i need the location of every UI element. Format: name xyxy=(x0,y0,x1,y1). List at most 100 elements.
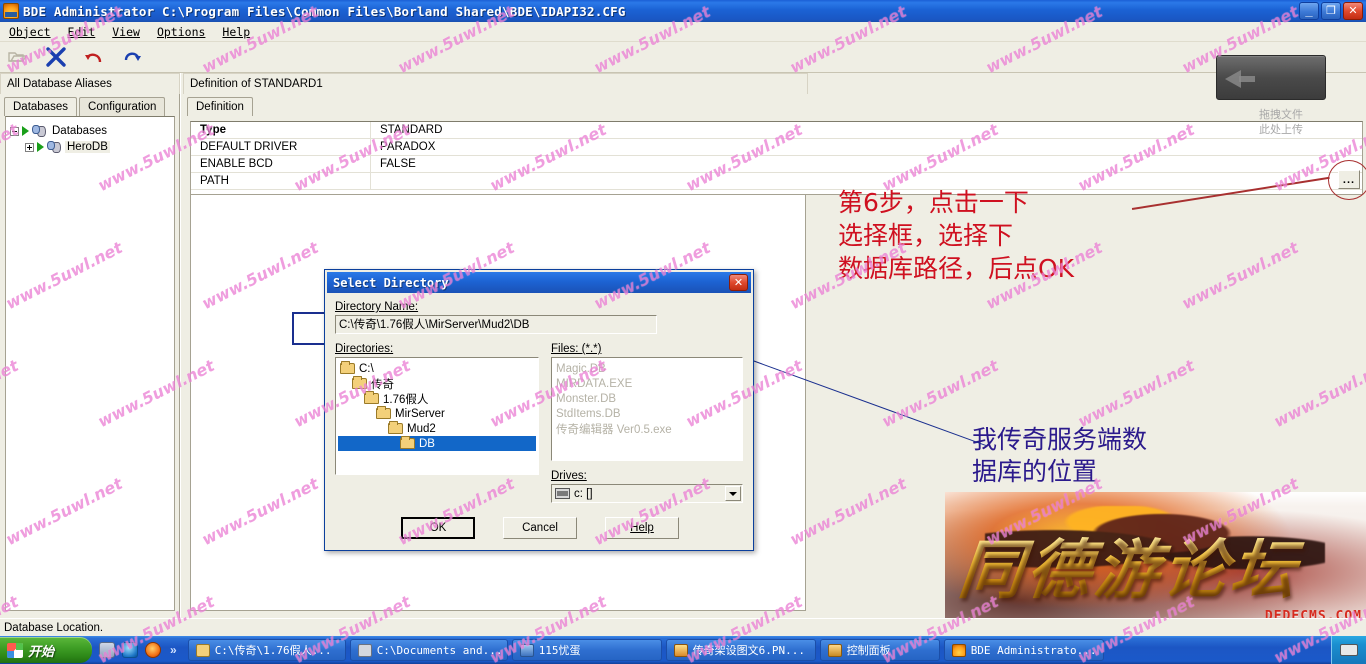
directory-name-label-text: Directory Name: xyxy=(335,301,419,313)
list-item: StdItems.DB xyxy=(556,407,621,420)
list-item[interactable]: Mud2 xyxy=(338,421,536,436)
right-panel-tabstrip: Definition xyxy=(181,97,1366,116)
databases-icon xyxy=(32,124,46,138)
system-tray xyxy=(1331,636,1366,664)
apply-icon[interactable] xyxy=(120,45,144,69)
tab-definition[interactable]: Definition xyxy=(187,97,253,116)
menu-help[interactable]: Help xyxy=(219,24,253,40)
show-desktop-icon[interactable] xyxy=(99,642,115,658)
drives-label-text: Drives: xyxy=(551,470,587,482)
internet-explorer-icon[interactable] xyxy=(122,642,138,658)
tree-label-databases: Databases xyxy=(52,125,107,137)
help-button[interactable]: Help xyxy=(605,517,679,539)
table-row[interactable]: PATH xyxy=(191,173,1362,190)
chevron-down-icon[interactable] xyxy=(725,486,741,501)
task-button[interactable]: 115忧蛋 xyxy=(511,639,662,661)
menu-object[interactable]: Object xyxy=(6,24,54,40)
folder-icon xyxy=(352,376,367,389)
list-item: Monster.DB xyxy=(556,392,617,405)
right-panel-header: Definition of STANDARD1 xyxy=(183,73,808,94)
tab-databases[interactable]: Databases xyxy=(4,97,77,116)
menu-edit-label: Edit xyxy=(67,24,96,39)
list-item-label: DB xyxy=(419,437,435,450)
files-label-text: Files: (*.*) xyxy=(551,343,602,355)
drives-label: Drives: xyxy=(551,470,743,482)
task-buttons: C:\传奇\1.76假人... C:\Documents and... 115忧… xyxy=(184,639,1331,661)
annotation-step6: 第6步，点击一下 选择框，选择下 数据库路径，后点OK xyxy=(838,188,1075,283)
close-button[interactable]: ✕ xyxy=(1343,2,1363,20)
undo-icon[interactable] xyxy=(82,45,106,69)
definition-grid[interactable]: Type STANDARD DEFAULT DRIVER PARADOX ENA… xyxy=(190,121,1363,195)
database-tree[interactable]: Databases HeroDB xyxy=(5,116,175,611)
dialog-columns: Directories: C:\ 传奇 1.76假人 MirServer Mud… xyxy=(335,343,743,503)
list-item-selected[interactable]: DB xyxy=(338,436,536,451)
list-item[interactable]: C:\ xyxy=(338,361,536,376)
list-item: 传奇编辑器 Ver0.5.exe xyxy=(556,423,672,436)
firefox-icon[interactable] xyxy=(145,642,161,658)
dialog-close-button[interactable]: ✕ xyxy=(729,274,748,291)
tree-node-databases[interactable]: Databases xyxy=(10,123,170,139)
banner-title: 同德游论坛 xyxy=(955,532,1363,610)
quick-launch-overflow-icon[interactable]: » xyxy=(168,643,177,657)
ok-button[interactable]: OK xyxy=(401,517,475,539)
bde-app-icon xyxy=(3,3,19,19)
list-item[interactable]: 传奇 xyxy=(338,376,536,391)
drive-value: c: [] xyxy=(574,487,593,500)
directory-name-input[interactable]: C:\传奇\1.76假人\MirServer\Mud2\DB xyxy=(335,315,657,334)
list-item-label: C:\ xyxy=(359,362,374,375)
left-panel-tabstrip: Databases Configuration xyxy=(0,97,179,116)
directories-label: Directories: xyxy=(335,343,539,355)
task-button[interactable]: C:\Documents and... xyxy=(349,639,508,661)
tab-configuration[interactable]: Configuration xyxy=(79,97,166,116)
list-item[interactable]: 1.76假人 xyxy=(338,391,536,406)
task-button-label: C:\Documents and... xyxy=(376,643,503,657)
delete-icon[interactable] xyxy=(44,45,68,69)
folder-icon xyxy=(364,391,379,404)
dialog-titlebar: Select Directory ✕ xyxy=(327,272,751,293)
table-row[interactable]: ENABLE BCD FALSE xyxy=(191,156,1362,173)
window-titlebar: BDE Administrator C:\Program Files\Commo… xyxy=(0,0,1366,22)
task-button[interactable]: 控制面板 xyxy=(819,639,940,661)
toolbar xyxy=(0,42,1366,73)
drag-drop-upload-hint[interactable]: 拖拽文件 此处上传 xyxy=(1216,55,1326,136)
start-button-label: 开始 xyxy=(28,643,55,659)
cell-value: FALSE xyxy=(380,158,416,170)
tree-node-herodb[interactable]: HeroDB xyxy=(10,139,170,155)
table-row[interactable]: Type STANDARD xyxy=(191,122,1362,139)
keyboard-icon[interactable] xyxy=(1340,644,1358,656)
cell-key: Type xyxy=(191,122,371,138)
open-icon[interactable] xyxy=(6,45,30,69)
dialog-body: Directory Name: C:\传奇\1.76假人\MirServer\M… xyxy=(325,293,753,503)
table-row[interactable]: DEFAULT DRIVER PARADOX xyxy=(191,139,1362,156)
cell-value: STANDARD xyxy=(380,124,443,136)
list-item: MIRDATA.EXE xyxy=(556,377,633,390)
minimize-button[interactable]: _ xyxy=(1299,2,1319,20)
drives-combobox[interactable]: c: [] xyxy=(551,484,743,503)
task-button-label: 控制面板 xyxy=(846,644,891,657)
task-button-active[interactable]: BDE Administrato... xyxy=(943,639,1104,661)
menu-edit[interactable]: Edit xyxy=(65,24,99,40)
list-item[interactable]: MirServer xyxy=(338,406,536,421)
expander-plus-icon[interactable] xyxy=(25,142,34,152)
cell-key: ENABLE BCD xyxy=(191,156,371,172)
windows-logo-icon xyxy=(7,642,23,658)
menubar: Object Edit View Options Help xyxy=(0,22,1366,42)
start-button[interactable]: 开始 xyxy=(0,637,92,663)
expander-minus-icon[interactable] xyxy=(10,126,19,136)
paint-icon xyxy=(673,643,688,657)
directories-listbox[interactable]: C:\ 传奇 1.76假人 MirServer Mud2 DB xyxy=(335,357,539,475)
close-icon: ✕ xyxy=(733,277,744,289)
annotation-db-location: 我传奇服务端数 据库的位置 xyxy=(972,425,1148,486)
task-button[interactable]: C:\传奇\1.76假人... xyxy=(187,639,346,661)
minimize-icon: _ xyxy=(1305,3,1313,18)
dialog-title: Select Directory xyxy=(333,275,449,290)
files-listbox[interactable]: Magic.DB MIRDATA.EXE Monster.DB StdItems… xyxy=(551,357,743,461)
menu-view[interactable]: View xyxy=(109,24,143,40)
task-button[interactable]: 传奇架设图文6.PN... xyxy=(665,639,816,661)
restore-icon: ❐ xyxy=(1326,4,1336,17)
folder-icon xyxy=(195,643,210,657)
cancel-button[interactable]: Cancel xyxy=(503,517,577,539)
restore-button[interactable]: ❐ xyxy=(1321,2,1341,20)
cell-key: PATH xyxy=(191,173,371,189)
menu-options[interactable]: Options xyxy=(154,24,208,40)
